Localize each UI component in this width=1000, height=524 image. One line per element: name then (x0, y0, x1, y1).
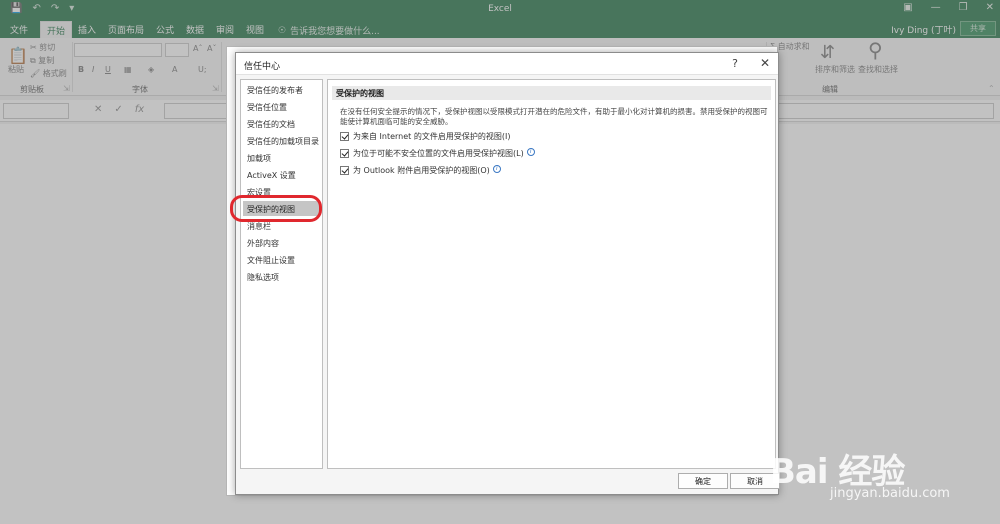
baidu-watermark: Bai 经验 jingyan.baidu.com (770, 420, 995, 520)
dialog-close-button[interactable]: ✕ (760, 56, 770, 70)
nav-item-addins[interactable]: 加载项 (247, 153, 271, 164)
nav-item-privacy[interactable]: 隐私选项 (247, 272, 279, 283)
option-outlook-attachments: 为 Outlook 附件启用受保护的视图(O) i (340, 164, 501, 176)
option-internet-files: 为来自 Internet 的文件启用受保护的视图(I) (340, 131, 510, 142)
nav-item-message-bar[interactable]: 消息栏 (247, 221, 271, 232)
protected-view-panel: 受保护的视图 在没有任何安全提示的情况下，受保护视图以受限模式打开潜在的危险文件… (327, 79, 776, 469)
trust-center-nav: 受信任的发布者 受信任位置 受信任的文档 受信任的加载项目录 加载项 Activ… (240, 79, 323, 469)
nav-item-trusted-publishers[interactable]: 受信任的发布者 (247, 85, 303, 96)
ok-button[interactable]: 确定 (678, 473, 728, 489)
dialog-title-bar: 信任中心 ? ✕ (236, 53, 778, 75)
info-icon[interactable]: i (492, 164, 501, 173)
help-button[interactable]: ? (732, 57, 738, 70)
nav-item-trusted-addin-catalogs[interactable]: 受信任的加载项目录 (247, 136, 319, 147)
highlight-annotation (230, 195, 322, 222)
unsafe-locations-checkbox[interactable] (340, 149, 349, 158)
nav-item-file-block[interactable]: 文件阻止设置 (247, 255, 295, 266)
outlook-attachments-checkbox[interactable] (340, 166, 349, 175)
unsafe-locations-label[interactable]: 为位于可能不安全位置的文件启用受保护视图(L) (353, 148, 524, 159)
section-heading: 受保护的视图 (332, 86, 771, 100)
nav-item-activex[interactable]: ActiveX 设置 (247, 170, 296, 181)
nav-item-trusted-locations[interactable]: 受信任位置 (247, 102, 287, 113)
nav-item-trusted-documents[interactable]: 受信任的文档 (247, 119, 295, 130)
outlook-attachments-label[interactable]: 为 Outlook 附件启用受保护的视图(O) (353, 165, 490, 176)
cancel-label: 取消 (747, 476, 763, 486)
info-icon[interactable]: i (526, 147, 535, 156)
internet-files-checkbox[interactable] (340, 132, 349, 141)
trust-center-dialog: 信任中心 ? ✕ 受信任的发布者 受信任位置 受信任的文档 受信任的加载项目录 … (235, 52, 780, 495)
dialog-title: 信任中心 (244, 62, 281, 72)
section-description: 在没有任何安全提示的情况下，受保护视图以受限模式打开潜在的危险文件，有助于最小化… (340, 107, 768, 126)
option-unsafe-locations: 为位于可能不安全位置的文件启用受保护视图(L) i (340, 147, 535, 159)
ok-label: 确定 (695, 476, 711, 486)
nav-item-external-content[interactable]: 外部内容 (247, 238, 279, 249)
watermark-url: jingyan.baidu.com (830, 486, 950, 501)
internet-files-label[interactable]: 为来自 Internet 的文件启用受保护的视图(I) (353, 131, 510, 142)
